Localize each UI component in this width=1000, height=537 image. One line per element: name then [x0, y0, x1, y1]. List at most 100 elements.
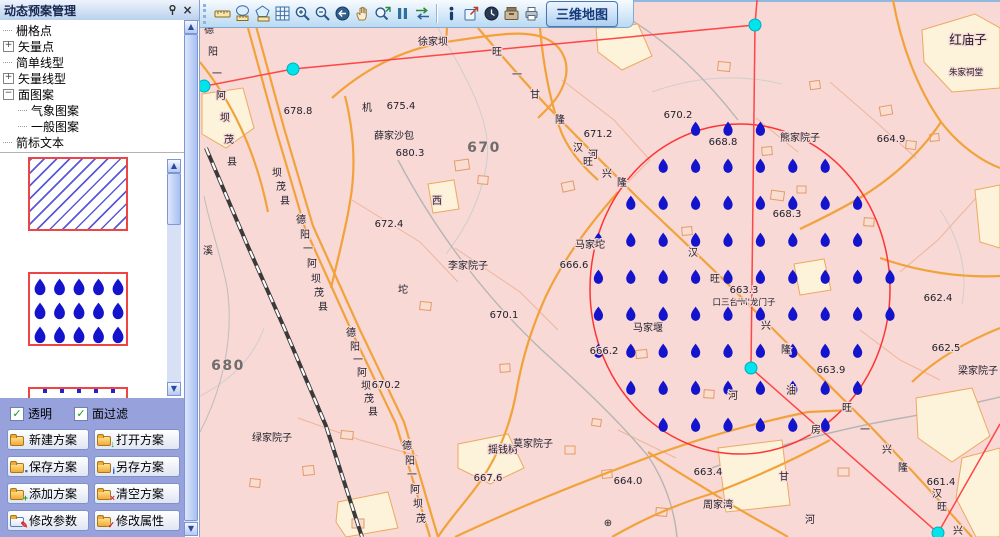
vertex-handle[interactable]	[745, 362, 757, 374]
toolbar-pan-button[interactable]	[352, 2, 372, 25]
checkbox-0[interactable]: ✓透明	[10, 405, 52, 422]
tree-item-6[interactable]: 一般图案	[15, 118, 185, 134]
scroll-up-arrow-icon[interactable]: ▲	[184, 20, 198, 34]
map-label: ⊕	[604, 518, 612, 529]
open-plan-button[interactable]: ↓打开方案	[94, 429, 180, 450]
toolbar-grid-button[interactable]	[272, 2, 292, 25]
tree-leaf-dash	[3, 142, 12, 143]
tree-item-label: 面图案	[18, 86, 54, 103]
map-label: 绿家院子	[252, 431, 292, 444]
tree-leaf-dash	[3, 62, 12, 63]
scroll-down-arrow-icon[interactable]: ▼	[184, 522, 198, 536]
map-label: 县	[280, 195, 290, 207]
previous-view-icon	[334, 5, 351, 22]
scroll-up-arrow-icon[interactable]: ▲	[167, 159, 181, 173]
plan-button-label: 保存方案	[29, 458, 77, 475]
checkbox-icon[interactable]: ✓	[10, 407, 24, 421]
toolbar-zoom-in-button[interactable]	[292, 2, 312, 25]
toolbar-measure-area-button[interactable]	[252, 2, 272, 25]
toolbar-grip[interactable]	[203, 4, 209, 24]
map-label: 李家院子	[448, 259, 488, 272]
map-label: 汉	[688, 247, 698, 259]
tree-item-1[interactable]: +矢量点	[0, 38, 185, 54]
swap-icon	[414, 5, 431, 22]
clock-icon	[483, 5, 500, 22]
new-plan-button[interactable]: 新建方案	[7, 429, 89, 450]
panel-scrollbar[interactable]: ▲ ▼	[184, 20, 198, 536]
map-label: 664.0	[614, 476, 643, 487]
map-label: 县	[227, 156, 237, 168]
modify-props-button[interactable]: ✓修改属性	[94, 510, 180, 531]
map-label: 旺	[842, 403, 852, 414]
vertex-handle[interactable]	[200, 80, 210, 92]
toolbar-swap-button[interactable]	[412, 2, 432, 25]
tree-item-7[interactable]: 箭标文本	[0, 134, 185, 150]
toolbar-identify-button[interactable]	[441, 2, 461, 25]
vertex-handle[interactable]	[932, 527, 944, 537]
map-3d-button[interactable]: 三维地图	[546, 1, 618, 27]
tree-item-2[interactable]: 简单线型	[0, 54, 185, 70]
toolbar-save-image-button[interactable]	[501, 2, 521, 25]
minus-expander-icon[interactable]: −	[3, 89, 14, 100]
clear-plan-button[interactable]: ×清空方案	[94, 483, 180, 504]
plus-expander-icon[interactable]: +	[3, 41, 14, 52]
map-label: 坨	[398, 283, 408, 296]
map-label: 茂	[364, 392, 374, 405]
tree-item-0[interactable]: 栅格点	[0, 22, 185, 38]
zoom-in-icon	[294, 5, 311, 22]
map-label: 兴	[602, 168, 612, 180]
map-label: 溪	[203, 245, 213, 257]
map-canvas[interactable]: 徐家坝红庙子朱家祠堂678.8675.4机薛家沙包680.3670680671.…	[200, 0, 1000, 537]
toolbar-print-button[interactable]	[521, 2, 541, 25]
close-icon[interactable]: ×	[180, 3, 195, 18]
scroll-down-arrow-icon[interactable]: ▼	[167, 382, 181, 396]
checkbox-1[interactable]: ✓面过滤	[74, 405, 128, 422]
plan-button-label: 清空方案	[116, 485, 164, 502]
toolbar-pause-button[interactable]	[392, 2, 412, 25]
scrollbar-thumb[interactable]	[184, 34, 198, 521]
save-plan-button[interactable]: ▪保存方案	[7, 456, 89, 477]
scrollbar-thumb[interactable]	[167, 173, 181, 225]
toolbar-zoom-out-button[interactable]	[312, 2, 332, 25]
map-label: 梁家院子	[958, 364, 998, 377]
add-plan-button[interactable]: +添加方案	[7, 483, 89, 504]
plus-expander-icon[interactable]: +	[3, 73, 14, 84]
map-label: 668.8	[709, 137, 738, 148]
pattern-list-scrollbar[interactable]: ▲ ▼	[167, 159, 181, 396]
map-label: 667.6	[474, 473, 503, 484]
tree-item-3[interactable]: +矢量线型	[0, 70, 185, 86]
toolbar-zoom-selection-button[interactable]	[372, 2, 392, 25]
map-label: 机	[362, 101, 372, 114]
plan-button-label: 新建方案	[29, 431, 77, 448]
drop-pattern-swatch	[30, 274, 126, 344]
save-as-plan-button[interactable]: i另存方案	[94, 456, 180, 477]
map-label: 德	[346, 326, 356, 339]
map-label: 坝	[413, 498, 423, 510]
tree-item-5[interactable]: 气象图案	[15, 102, 185, 118]
drop-pattern-preview[interactable]	[28, 272, 128, 346]
hatch-pattern-preview[interactable]	[28, 157, 128, 231]
toolbar-measure-distance-button[interactable]	[212, 2, 232, 25]
measure-distance-icon	[214, 5, 231, 22]
tree-item-4[interactable]: −面图案	[0, 86, 185, 102]
toolbar-clock-button[interactable]	[481, 2, 501, 25]
map-label: 德	[296, 213, 306, 226]
modify-params-button[interactable]: ✎修改参数	[7, 510, 89, 531]
map-label: 663.4	[694, 467, 723, 478]
toolbar-export-button[interactable]	[461, 2, 481, 25]
map-label: 河	[805, 514, 815, 526]
toolbar-previous-view-button[interactable]	[332, 2, 352, 25]
plan-button-label: 打开方案	[116, 431, 164, 448]
measure-area-icon	[254, 5, 271, 22]
map-label: 隆	[898, 461, 908, 474]
vertex-handle[interactable]	[749, 19, 761, 31]
pin-icon[interactable]	[165, 3, 180, 18]
modify-props-icon: ✓	[97, 515, 113, 527]
tree-leaf-dash	[18, 126, 27, 127]
modify-params-icon: ✎	[10, 515, 26, 527]
toolbar-measure-circle-button[interactable]	[232, 2, 252, 25]
map-label: 甘	[779, 470, 789, 483]
map-label: 670.1	[490, 310, 519, 321]
checkbox-icon[interactable]: ✓	[74, 407, 88, 421]
vertex-handle[interactable]	[287, 63, 299, 75]
